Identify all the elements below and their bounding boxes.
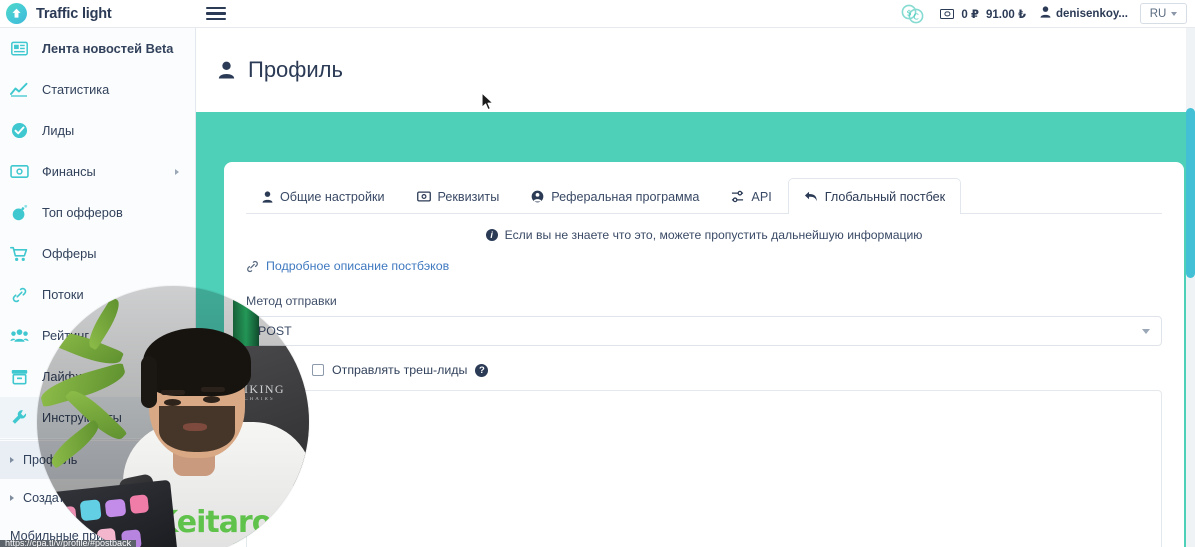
status-bar-url: https://cpa.tl/v/profile/#postback — [0, 540, 137, 547]
sidebar-item-finance[interactable]: Финансы — [0, 151, 195, 192]
brand[interactable]: Traffic light — [0, 3, 190, 24]
person-hair-side — [141, 356, 157, 408]
chevron-right-icon — [10, 495, 14, 501]
tab-referral-program[interactable]: Реферальная программа — [515, 178, 715, 214]
chain-link-icon — [246, 260, 259, 273]
method-select[interactable]: POST — [246, 316, 1162, 346]
tab-label: Общие настройки — [280, 189, 385, 204]
sidebar-item-top-offers[interactable]: Топ офферов — [0, 192, 195, 233]
chevron-right-icon — [175, 168, 179, 175]
person-mouth — [183, 423, 207, 431]
sidebar-item-label: Лиды — [42, 123, 75, 138]
sticker-icon — [104, 498, 127, 518]
sticker-icon — [58, 505, 78, 528]
coins-icon: $ C — [898, 3, 928, 25]
balance-block[interactable]: 0 ₽ 91.00 ₺ — [940, 7, 1026, 21]
postback-doc-link-row: Подробное описание постбэков — [246, 242, 1162, 273]
balance-rub: 0 ₽ — [961, 8, 979, 21]
money-bill-icon — [9, 162, 29, 182]
chevron-right-icon — [10, 457, 14, 463]
scrollbar-thumb[interactable] — [1186, 108, 1195, 278]
sliders-icon — [731, 190, 744, 203]
users-group-icon — [9, 326, 29, 346]
chart-line-icon — [9, 80, 29, 100]
link-chain-icon — [9, 285, 29, 305]
user-menu[interactable]: denisenkoy... — [1040, 6, 1128, 21]
sidebar-item-label: Статистика — [42, 82, 110, 97]
sidebar-item-label: Офферы — [42, 246, 97, 261]
money-bill-icon — [416, 191, 431, 202]
sticker-icon — [79, 499, 102, 522]
settings-card: Общие настройки Реквизиты Реферальная пр… — [224, 162, 1184, 547]
balance-alt: 91.00 ₺ — [986, 8, 1026, 21]
money-bill-icon — [940, 8, 955, 19]
page-title: Профиль — [248, 57, 343, 82]
postback-hint: i Если вы не знаете что это, можете проп… — [246, 214, 1162, 242]
tab-label: Реферальная программа — [551, 189, 700, 204]
bomb-icon — [9, 203, 29, 223]
sidebar-item-statistics[interactable]: Статистика — [0, 69, 195, 110]
postback-url-textarea[interactable] — [246, 390, 1162, 547]
sidebar-item-label: Топ офферов — [42, 205, 123, 220]
page-header: Профиль — [196, 28, 1195, 112]
top-bar-right: $ C 0 ₽ 91.00 ₺ denisenkoy... RU — [898, 0, 1195, 28]
page-scrollbar[interactable] — [1186, 28, 1195, 547]
person-brow-right — [201, 387, 225, 392]
language-value: RU — [1149, 7, 1167, 20]
sidebar-item-offers[interactable]: Офферы — [0, 233, 195, 274]
person-hair — [143, 328, 251, 396]
sidebar-item-label: Лента новостей Beta — [42, 41, 174, 56]
sidebar-item-leads[interactable]: Лиды — [0, 110, 195, 151]
person-eye-right — [203, 396, 220, 403]
app-root: Traffic light $ C 0 ₽ 91.00 ₺ denisenkoy… — [0, 0, 1195, 547]
webcam-scene: VIKING CHAIRS Keitaro — [37, 286, 309, 547]
tab-label: API — [751, 189, 772, 204]
brand-name: Traffic light — [36, 5, 112, 22]
sticker-icon — [129, 494, 150, 514]
info-circle-icon: i — [485, 229, 498, 241]
main-content: Профиль Общие настройки Реквизиты Рефера… — [196, 28, 1195, 547]
tab-global-postback[interactable]: Глобальный постбек — [787, 178, 962, 214]
sidebar-item-label: Финансы — [42, 164, 96, 179]
tab-label: Глобальный постбек — [824, 189, 946, 204]
trash-leads-row: Отправлять треш-лиды ? — [246, 346, 1162, 377]
sidebar-item-news-feed[interactable]: Лента новостей Beta — [0, 28, 195, 69]
postback-doc-link[interactable]: Подробное описание постбэков — [266, 259, 449, 273]
method-select-value: POST — [258, 324, 1142, 338]
username: denisenkoy... — [1055, 7, 1128, 20]
check-circle-icon — [9, 121, 29, 141]
person-brow-left — [161, 390, 185, 395]
user-icon — [1040, 6, 1051, 21]
tab-general-settings[interactable]: Общие настройки — [246, 178, 401, 214]
trash-leads-checkbox[interactable] — [312, 364, 324, 376]
language-select[interactable]: RU — [1140, 3, 1187, 24]
box-archive-icon — [9, 367, 29, 387]
method-label: Метод отправки — [246, 294, 337, 308]
shopping-cart-icon — [9, 244, 29, 264]
wrench-icon — [9, 408, 29, 428]
tab-requisites[interactable]: Реквизиты — [401, 178, 516, 214]
laptop — [46, 479, 180, 547]
postback-hint-text: Если вы не знаете что это, можете пропус… — [504, 228, 923, 242]
user-icon — [262, 190, 273, 203]
tab-label: Реквизиты — [437, 189, 500, 204]
hamburger-menu-icon[interactable] — [206, 6, 226, 22]
chevron-down-icon — [1142, 328, 1150, 334]
webcam-overlay: VIKING CHAIRS Keitaro — [37, 286, 309, 547]
reply-arrow-icon — [804, 190, 818, 203]
tab-api[interactable]: API — [715, 178, 787, 214]
news-feed-icon — [9, 39, 29, 59]
svg-text:C: C — [914, 12, 920, 21]
top-bar: Traffic light $ C 0 ₽ 91.00 ₺ denisenkoy… — [0, 0, 1195, 28]
user-profile-icon — [218, 61, 235, 79]
tab-bar: Общие настройки Реквизиты Реферальная пр… — [246, 162, 1162, 214]
chevron-down-icon — [1171, 11, 1178, 16]
user-circle-icon — [531, 190, 544, 203]
traffic-light-logo-icon — [6, 3, 27, 24]
trash-leads-label: Отправлять треш-лиды — [332, 363, 468, 377]
svg-text:$: $ — [907, 8, 912, 17]
person-eye-left — [164, 399, 181, 406]
question-circle-icon[interactable]: ? — [475, 363, 489, 377]
